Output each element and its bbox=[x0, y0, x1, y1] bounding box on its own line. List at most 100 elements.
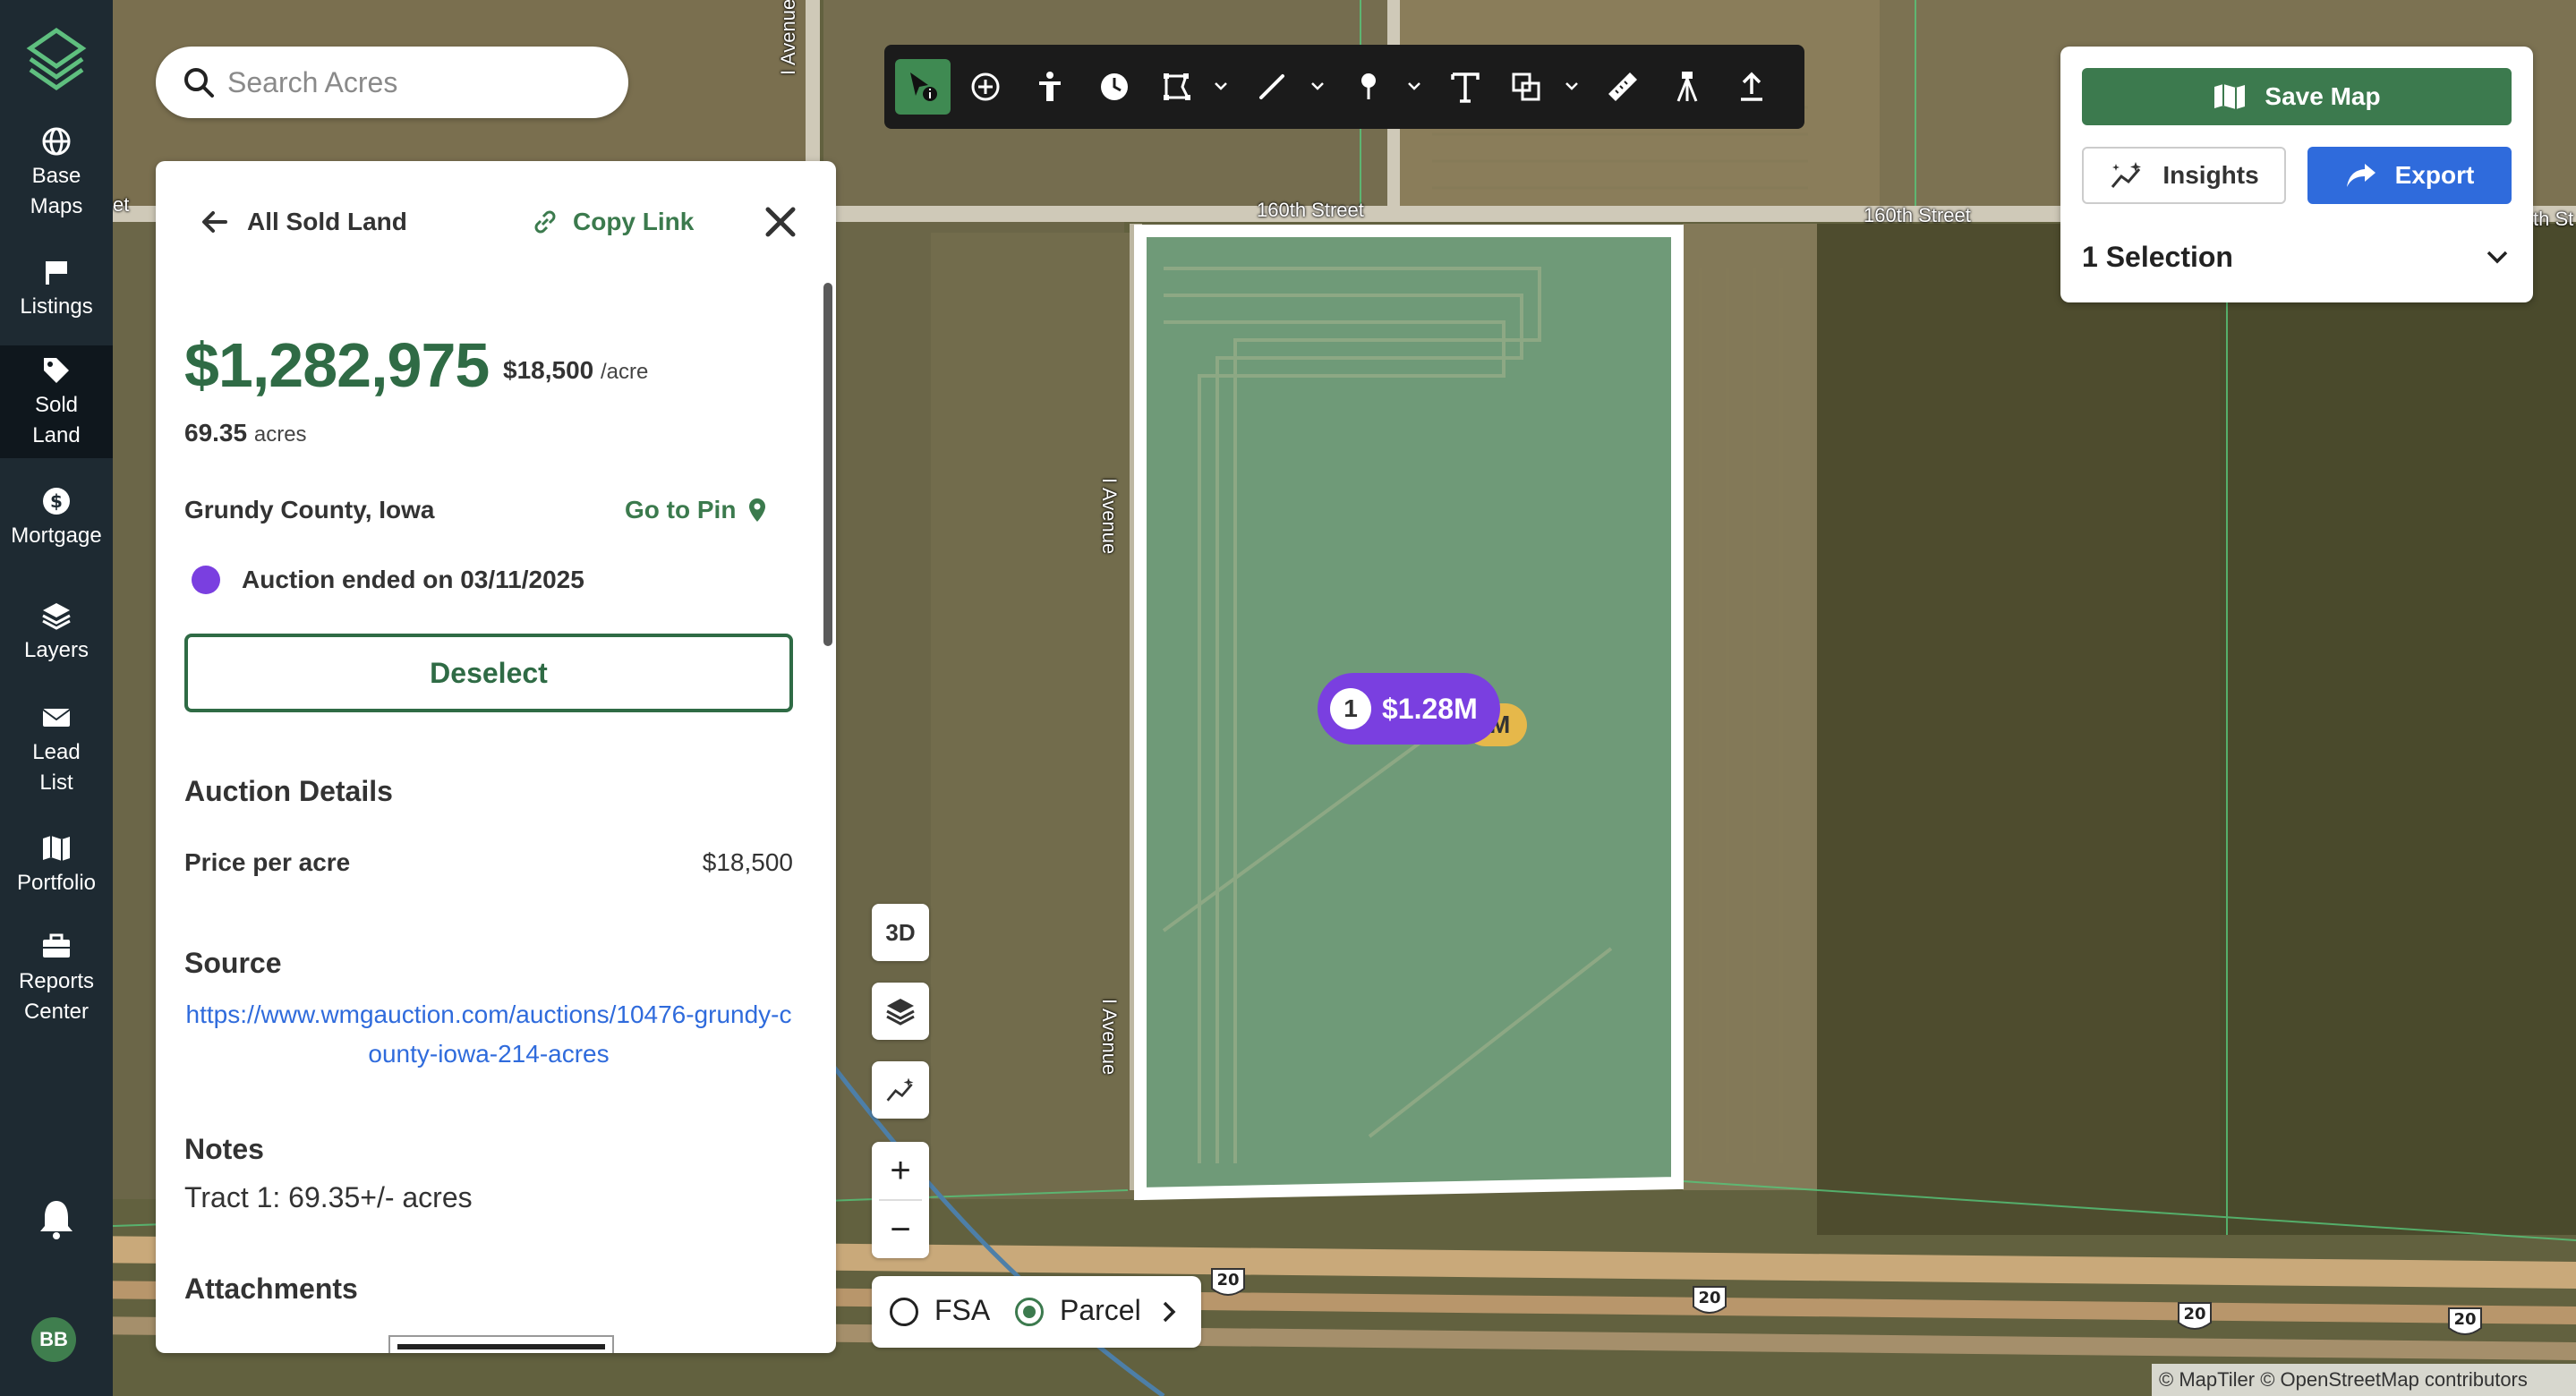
select-info-tool[interactable] bbox=[895, 59, 951, 115]
flag-icon bbox=[46, 261, 67, 285]
drawing-toolbar bbox=[884, 45, 1804, 129]
map-layers-button[interactable] bbox=[872, 983, 929, 1040]
polygon-icon bbox=[1164, 73, 1190, 100]
back-to-all-sold-land-button[interactable]: All Sold Land bbox=[199, 204, 407, 240]
pin-tool[interactable] bbox=[1341, 59, 1396, 115]
nav-label: Layers bbox=[23, 638, 90, 662]
fsa-label[interactable]: FSA bbox=[934, 1294, 990, 1327]
nav-item-listings[interactable]: Listings bbox=[0, 256, 113, 322]
source-link[interactable]: https://www.wmgauction.com/auctions/1047… bbox=[184, 995, 793, 1074]
polygon-tool[interactable] bbox=[1149, 59, 1205, 115]
tripod-icon bbox=[1676, 72, 1698, 102]
map-icon bbox=[43, 836, 70, 861]
acres-unit: acres bbox=[253, 422, 307, 447]
acres-value: 69.35 bbox=[184, 419, 248, 447]
history-tool[interactable] bbox=[1087, 59, 1142, 115]
avatar[interactable]: BB bbox=[31, 1317, 76, 1362]
nav-label: Mortgage bbox=[11, 524, 102, 548]
upload-icon bbox=[1741, 72, 1762, 101]
attachment-thumbnail[interactable] bbox=[388, 1335, 614, 1353]
pin-icon bbox=[1361, 73, 1376, 99]
nav-item-portfolio[interactable]: Portfolio bbox=[0, 832, 113, 898]
bell-icon[interactable] bbox=[37, 1197, 76, 1240]
panel-scrollbar-thumb[interactable] bbox=[823, 283, 832, 646]
layers-icon bbox=[42, 603, 71, 630]
nav-label: Portfolio bbox=[16, 871, 97, 895]
clock-icon bbox=[1101, 73, 1128, 100]
plus-circle-icon bbox=[971, 72, 1000, 101]
nav-item-mortgage[interactable]: $ Mortgage bbox=[0, 485, 113, 551]
zoom-in-button[interactable]: + bbox=[872, 1142, 929, 1199]
map-actions-panel: Save Map Insights Export 1 Selection bbox=[2060, 47, 2533, 302]
go-to-pin-button[interactable]: Go to Pin bbox=[625, 496, 768, 524]
cursor-info-icon bbox=[910, 72, 937, 101]
share-arrow-icon bbox=[2346, 164, 2376, 187]
3d-toggle-button[interactable]: 3D bbox=[872, 904, 929, 961]
chevron-down-icon[interactable] bbox=[1563, 77, 1581, 95]
save-map-button[interactable]: Save Map bbox=[2082, 68, 2512, 125]
shape-tool[interactable] bbox=[1498, 59, 1554, 115]
auction-details-heading: Auction Details bbox=[184, 775, 393, 807]
insights-button[interactable]: Insights bbox=[2082, 147, 2286, 204]
parcel-radio[interactable] bbox=[1015, 1298, 1044, 1326]
insights-label: Insights bbox=[2162, 161, 2259, 189]
highway-shield: 20 bbox=[2448, 1307, 2482, 1335]
layers-icon bbox=[886, 999, 915, 1026]
chevron-down-icon bbox=[2486, 251, 2508, 264]
deselect-button[interactable]: Deselect bbox=[184, 634, 793, 712]
search-input[interactable] bbox=[226, 59, 601, 106]
notes-text: Tract 1: 69.35+/- acres bbox=[184, 1181, 473, 1213]
nav-item-layers[interactable]: Layers bbox=[0, 600, 113, 666]
zoom-out-button[interactable]: − bbox=[872, 1201, 929, 1258]
text-tool[interactable] bbox=[1437, 59, 1493, 115]
ruler-icon bbox=[1608, 72, 1637, 101]
search-icon bbox=[184, 68, 214, 98]
map-insights-button[interactable] bbox=[872, 1061, 929, 1119]
highway-shield: 20 bbox=[2178, 1302, 2212, 1330]
close-icon[interactable] bbox=[761, 202, 800, 242]
briefcase-icon bbox=[43, 933, 70, 958]
logo-icon[interactable] bbox=[25, 27, 88, 95]
copy-link-button[interactable]: Copy Link bbox=[530, 204, 694, 240]
go-to-pin-label: Go to Pin bbox=[625, 496, 737, 524]
parcel-label[interactable]: Parcel bbox=[1060, 1294, 1141, 1327]
sparkle-chart-icon bbox=[886, 1077, 914, 1102]
nav-item-base-maps[interactable]: Base Maps bbox=[0, 125, 113, 222]
sold-land-detail-panel: All Sold Land Copy Link $1,282,975 $18,5… bbox=[156, 161, 836, 1353]
chevron-down-icon[interactable] bbox=[1309, 77, 1326, 95]
nav-item-lead-list[interactable]: Lead List bbox=[0, 702, 113, 798]
tag-icon bbox=[44, 358, 69, 383]
upload-tool[interactable] bbox=[1724, 59, 1779, 115]
road-label-160th-street: th St bbox=[2533, 208, 2574, 230]
chevron-down-icon[interactable] bbox=[1212, 77, 1230, 95]
survey-tool[interactable] bbox=[1659, 59, 1715, 115]
price-marker[interactable]: 1 $1.28M bbox=[1318, 673, 1500, 745]
nav-label: Reports Center bbox=[18, 969, 95, 1024]
chevron-right-icon[interactable] bbox=[1156, 1298, 1181, 1326]
nav-item-sold-land[interactable]: Sold Land bbox=[0, 345, 113, 458]
price-per-value: $18,500 bbox=[503, 356, 594, 384]
fsa-radio[interactable] bbox=[890, 1298, 918, 1326]
add-point-tool[interactable] bbox=[958, 59, 1013, 115]
boundary-layer-toggle: FSA Parcel bbox=[872, 1276, 1201, 1348]
county-location: Grundy County, Iowa bbox=[184, 496, 435, 524]
map-attribution[interactable]: © MapTiler © OpenStreetMap contributors bbox=[2152, 1364, 2576, 1396]
acreage: 69.35 acres bbox=[184, 419, 307, 447]
nav-item-reports-center[interactable]: Reports Center bbox=[0, 931, 113, 1027]
search-bar bbox=[156, 47, 628, 118]
highway-shield: 20 bbox=[1693, 1286, 1727, 1314]
road-label-street: et bbox=[113, 193, 130, 216]
price-per-acre-value: $18,500 bbox=[702, 848, 793, 876]
selection-dropdown[interactable]: 1 Selection bbox=[2082, 229, 2512, 285]
measure-tool[interactable] bbox=[1595, 59, 1651, 115]
export-button[interactable]: Export bbox=[2307, 147, 2512, 204]
person-tool[interactable] bbox=[1022, 59, 1078, 115]
road-label-160th-street: 160th Street bbox=[1257, 199, 1364, 221]
copy-link-label: Copy Link bbox=[573, 208, 695, 235]
chevron-down-icon[interactable] bbox=[1405, 77, 1423, 95]
sparkle-chart-icon bbox=[2111, 162, 2142, 188]
road-label-i-avenue: I Avenue bbox=[1098, 478, 1121, 555]
nav-label: Lead List bbox=[32, 740, 81, 795]
panel-header: All Sold Land Copy Link bbox=[156, 161, 836, 283]
line-tool[interactable] bbox=[1244, 59, 1300, 115]
